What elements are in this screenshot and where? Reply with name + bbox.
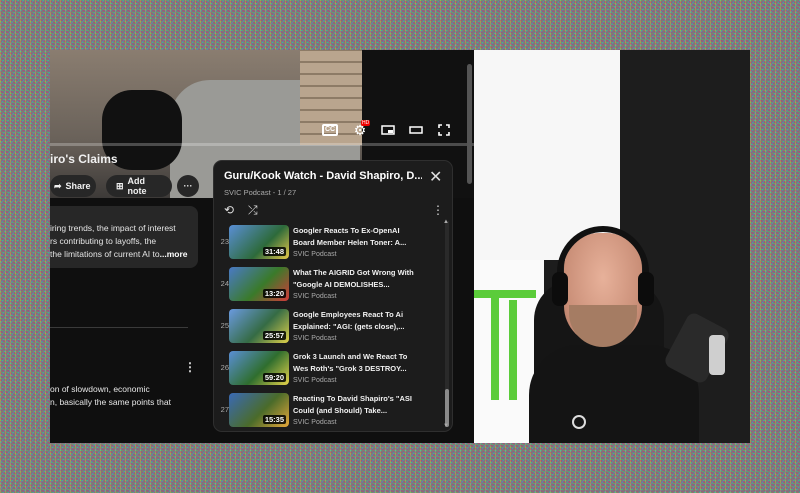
share-label: Share xyxy=(65,181,91,191)
description-line: rs contributing to layoffs, the xyxy=(50,236,157,246)
playlist-panel: Guru/Kook Watch - David Shapiro, D... SV… xyxy=(213,160,453,432)
playlist-menu-icon[interactable]: ⋮ xyxy=(432,203,444,217)
playlist-item-title: What The AIGRID Got Wrong With "Google A… xyxy=(293,268,414,289)
webcam-feed xyxy=(474,50,750,443)
scroll-down-icon[interactable]: ▼ xyxy=(443,423,449,429)
playlist-item-title: Google Employees React To Ai Explained: … xyxy=(293,310,405,331)
playlist-item-index: 23 xyxy=(220,237,229,246)
playlist-scrollbar-thumb[interactable] xyxy=(445,389,449,427)
theater-mode-button[interactable] xyxy=(406,122,426,138)
webcam-green-mark xyxy=(491,290,499,400)
playlist-item-channel: SVIC Podcast xyxy=(293,251,337,258)
playlist-item-index: 27 xyxy=(220,405,229,414)
theater-mode-icon xyxy=(409,126,423,134)
video-progress-bar[interactable] xyxy=(50,143,474,146)
playlist-item-index: 25 xyxy=(220,321,229,330)
playlist-item-thumbnail: 59:20 xyxy=(229,351,289,385)
playlist-item-title: Googler Reacts To Ex-OpenAI Board Member… xyxy=(293,226,407,247)
scroll-up-icon[interactable]: ▲ xyxy=(443,219,449,225)
show-more-link[interactable]: ...more xyxy=(160,249,188,259)
headset-ear-left xyxy=(552,272,568,306)
webcam-green-mark xyxy=(474,290,536,298)
playlist-item-channel: SVIC Podcast xyxy=(293,419,337,426)
playlist-item-index: 26 xyxy=(220,363,229,372)
description-line: iring trends, the impact of interest xyxy=(50,223,176,233)
more-actions-icon: ··· xyxy=(183,181,193,191)
playlist-item-title: Reacting To David Shapiro's "ASI Could (… xyxy=(293,394,412,415)
playlist-item-channel: SVIC Podcast xyxy=(293,293,337,300)
comment-line: on of slowdown, economic xyxy=(50,384,150,394)
miniplayer-button[interactable] xyxy=(378,122,398,138)
shuffle-icon[interactable]: ⤮ xyxy=(248,203,258,218)
playlist-item[interactable]: 27 15:35 Reacting To David Shapiro's "AS… xyxy=(214,391,444,429)
playlist-item-duration: 15:35 xyxy=(262,415,286,424)
playlist-item-thumbnail: 15:35 xyxy=(229,393,289,427)
captions-button[interactable]: CC xyxy=(320,122,340,138)
shirt-logo-icon xyxy=(572,415,586,429)
playlist-title[interactable]: Guru/Kook Watch - David Shapiro, D... xyxy=(224,170,422,182)
captions-icon: CC xyxy=(322,124,338,136)
playlist-item[interactable]: 24 13:20 What The AIGRID Got Wrong With … xyxy=(214,265,444,303)
description-box[interactable]: iring trends, the impact of interest rs … xyxy=(50,206,198,268)
playlist-item-duration: 25:57 xyxy=(262,331,286,340)
comment-text: on of slowdown, economic n, basically th… xyxy=(50,383,171,409)
description-line: the limitations of current AI to xyxy=(50,249,160,259)
playlist-item-channel: SVIC Podcast xyxy=(293,377,337,384)
hd-badge: HD xyxy=(361,120,371,126)
add-note-icon: ⊞ xyxy=(116,180,124,191)
miniplayer-icon xyxy=(381,125,395,135)
webcam-green-mark xyxy=(509,300,517,400)
add-note-button[interactable]: ⊞ Add note xyxy=(106,175,172,197)
playlist-item-duration: 13:20 xyxy=(262,289,286,298)
fullscreen-icon xyxy=(438,124,450,136)
page-scrollbar[interactable] xyxy=(467,64,472,184)
playlist-item-thumbnail: 31:48 xyxy=(229,225,289,259)
share-icon: ➦ xyxy=(54,180,62,191)
comment-line: n, basically the same points that xyxy=(50,397,171,407)
playlist-item[interactable]: 26 59:20 Grok 3 Launch and We React To W… xyxy=(214,349,444,387)
more-actions-button[interactable]: ··· xyxy=(177,175,199,197)
playlist-item-thumbnail: 13:20 xyxy=(229,267,289,301)
loop-icon[interactable]: ⟲ xyxy=(224,203,234,217)
add-note-label: Add note xyxy=(127,176,147,196)
microphone-icon xyxy=(709,335,725,375)
playlist-item-thumbnail: 25:57 xyxy=(229,309,289,343)
fullscreen-button[interactable] xyxy=(434,122,454,138)
video-title: iro's Claims xyxy=(50,152,118,166)
headset-ear-right xyxy=(638,272,654,306)
section-divider xyxy=(50,327,188,328)
settings-button[interactable]: ⚙ HD xyxy=(350,120,371,138)
playlist-item-index: 24 xyxy=(220,279,229,288)
screen: CC ⚙ HD iro's Claims ➦ Share ⊞ Add note … xyxy=(50,50,750,443)
playlist-subtitle[interactable]: SVIC Podcast - 1 / 27 xyxy=(224,188,296,197)
share-button[interactable]: ➦ Share xyxy=(50,175,96,197)
playlist-item-duration: 31:48 xyxy=(262,247,286,256)
close-icon[interactable]: ✕ xyxy=(429,170,442,186)
playlist-item[interactable]: 25 25:57 Google Employees React To Ai Ex… xyxy=(214,307,444,345)
playlist-item-channel: SVIC Podcast xyxy=(293,335,337,342)
comment-menu-icon[interactable]: ⋮ xyxy=(184,360,196,374)
playlist-item-title: Grok 3 Launch and We React To Wes Roth's… xyxy=(293,352,408,373)
playlist-item-duration: 59:20 xyxy=(262,373,286,382)
playlist-item[interactable]: 23 31:48 Googler Reacts To Ex-OpenAI Boa… xyxy=(214,223,444,261)
